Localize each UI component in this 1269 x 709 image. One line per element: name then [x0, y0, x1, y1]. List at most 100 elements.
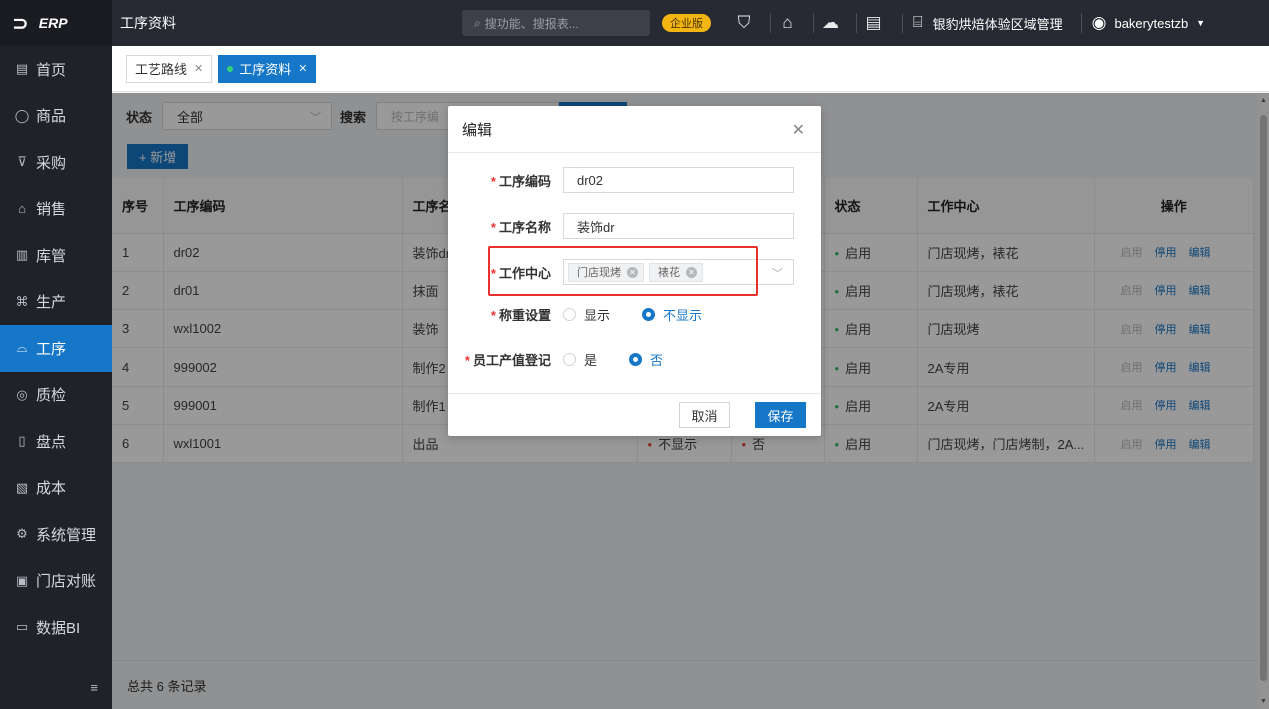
logo-mark-icon: ⊃ — [12, 12, 29, 35]
cart-icon[interactable]: ⛉ — [727, 13, 761, 33]
nav-icon: ⌘ — [15, 293, 29, 309]
nav-icon: ▤ — [15, 61, 29, 77]
sidebar-item-label: 生产 — [36, 294, 67, 312]
sidebar-item-label: 数据BI — [36, 619, 81, 637]
sidebar-item-11[interactable]: ▣ 门店对账 — [0, 558, 112, 605]
output-option-yes[interactable]: 是 — [563, 350, 597, 369]
radio-circle — [642, 308, 656, 321]
cancel-button[interactable]: 取消 — [679, 402, 730, 428]
app-logo[interactable]: ⊃ ERP — [0, 0, 112, 46]
clipboard-icon[interactable]: ▤ — [856, 13, 890, 33]
user-avatar-icon: ◉ — [1091, 13, 1107, 32]
dialog-header: 编辑 ✕ — [448, 106, 821, 153]
search-icon: ⌕ — [474, 15, 481, 30]
required-mark: * — [464, 353, 470, 368]
logo-text: ERP — [38, 15, 68, 31]
form-row-weigh: * 称重设置 显示 不显示 — [448, 305, 734, 324]
nav-icon: ▭ — [15, 619, 29, 635]
dialog-footer: 取消 保存 — [448, 393, 821, 436]
close-icon[interactable]: ✕ — [298, 62, 307, 75]
tab-bar: 工艺路线 ✕ 工序资料 ✕ — [112, 46, 1269, 92]
sidebar-item-12[interactable]: ▭ 数据BI — [0, 604, 112, 651]
store-selector[interactable]: ⌸ 银豹烘焙体验区域管理 — [902, 13, 1063, 33]
tab-process-data[interactable]: 工序资料 ✕ — [218, 54, 317, 83]
global-search-input[interactable]: ⌕ 搜功能、搜报表... — [462, 10, 650, 36]
save-button[interactable]: 保存 — [755, 402, 806, 428]
sidebar-item-0[interactable]: ▤ 首页 — [0, 46, 112, 93]
field-label: 工序编码 — [498, 173, 551, 189]
weigh-option-hide[interactable]: 不显示 — [642, 305, 702, 324]
form-row-code: * 工序编码 dr02 — [448, 167, 794, 193]
required-mark: * — [490, 219, 496, 235]
field-label: 称重设置 — [498, 308, 551, 323]
top-header: 工序资料 ⌕ 搜功能、搜报表... 企业版 ⛉ ⌂ ☁ ▤ ⌸ 银豹烘焙体验区域… — [112, 0, 1269, 46]
name-value: 装饰dr — [577, 219, 615, 235]
code-value: dr02 — [577, 172, 604, 188]
sidebar-item-label: 首页 — [36, 61, 67, 79]
nav-icon: ⊽ — [17, 154, 27, 170]
sidebar-item-label: 工序 — [36, 340, 67, 358]
nav-icon: ◎ — [16, 386, 28, 402]
required-mark: * — [490, 173, 496, 189]
nav-icon: ▯ — [18, 433, 26, 449]
output-option-no[interactable]: 否 — [629, 350, 663, 369]
sidebar-item-label: 质检 — [36, 387, 67, 405]
sidebar-item-3[interactable]: ⌂ 销售 — [0, 186, 112, 233]
sidebar-item-label: 门店对账 — [36, 573, 97, 591]
store-icon: ⌸ — [913, 14, 923, 31]
tab-label: 工序资料 — [239, 62, 292, 77]
active-dot-icon — [227, 65, 234, 72]
close-icon[interactable]: ✕ — [194, 62, 203, 75]
highlight-box — [488, 246, 758, 296]
tab-process-route[interactable]: 工艺路线 ✕ — [126, 54, 213, 83]
sidebar-item-7[interactable]: ◎ 质检 — [0, 372, 112, 419]
graduation-cap-icon[interactable]: ⌂ — [770, 13, 804, 33]
global-search-placeholder: 搜功能、搜报表... — [484, 16, 579, 31]
collapse-sidebar-icon[interactable]: ≡ — [90, 680, 98, 695]
edition-badge: 企业版 — [662, 14, 711, 32]
chevron-down-icon: ﹀ — [772, 268, 783, 280]
dialog-title: 编辑 — [462, 121, 493, 139]
nav-icon: ⌓ — [16, 340, 28, 356]
nav-icon: ⚙ — [16, 526, 28, 542]
username: bakerytestzb — [1114, 15, 1189, 31]
nav-icon: ▣ — [15, 572, 29, 588]
sidebar-item-label: 销售 — [36, 201, 67, 219]
sidebar: ⊃ ERP ▤ 首页 ◯ 商品 ⊽ 采购 ⌂ 销售 ▥ 库管 ⌘ 生产 ⌓ 工序 ◎ 质检 ▯ 盘点 ▧ 成本 ⚙ 系统管… — [0, 0, 112, 709]
sidebar-item-9[interactable]: ▧ 成本 — [0, 465, 112, 512]
sidebar-item-10[interactable]: ⚙ 系统管理 — [0, 511, 112, 558]
sidebar-item-label: 盘点 — [36, 433, 67, 451]
page-title: 工序资料 — [120, 15, 176, 31]
chevron-down-icon: ▼ — [1196, 18, 1206, 28]
nav-icon: ⌂ — [18, 201, 26, 217]
store-name: 银豹烘焙体验区域管理 — [932, 16, 1063, 32]
weigh-option-show[interactable]: 显示 — [563, 305, 610, 324]
close-icon[interactable]: ✕ — [792, 120, 805, 140]
name-input[interactable]: 装饰dr — [563, 213, 794, 239]
nav-icon: ◯ — [14, 107, 30, 123]
sidebar-item-label: 系统管理 — [36, 526, 97, 544]
radio-circle — [563, 353, 576, 366]
sidebar-item-label: 采购 — [36, 154, 67, 172]
sidebar-item-1[interactable]: ◯ 商品 — [0, 93, 112, 140]
sidebar-item-label: 商品 — [36, 108, 67, 126]
radio-label: 否 — [650, 353, 664, 368]
sidebar-item-5[interactable]: ⌘ 生产 — [0, 279, 112, 326]
user-menu[interactable]: ◉ bakerytestzb ▼ — [1080, 13, 1206, 33]
radio-label: 显示 — [584, 308, 611, 323]
radio-label: 是 — [584, 353, 598, 368]
sidebar-item-8[interactable]: ▯ 盘点 — [0, 418, 112, 465]
field-label: 工序名称 — [498, 219, 551, 235]
cloud-upload-icon[interactable]: ☁ — [813, 13, 847, 33]
sidebar-item-6[interactable]: ⌓ 工序 — [0, 325, 112, 372]
nav-icon: ▧ — [15, 479, 29, 495]
nav-icon: ▥ — [15, 247, 29, 263]
radio-circle — [563, 308, 576, 321]
sidebar-item-2[interactable]: ⊽ 采购 — [0, 139, 112, 186]
code-input[interactable]: dr02 — [563, 167, 794, 193]
required-mark: * — [490, 308, 496, 323]
sidebar-item-4[interactable]: ▥ 库管 — [0, 232, 112, 279]
radio-circle — [629, 353, 643, 366]
form-row-name: * 工序名称 装饰dr — [448, 213, 794, 239]
form-row-output: * 员工产值登记 是 否 — [448, 350, 695, 369]
